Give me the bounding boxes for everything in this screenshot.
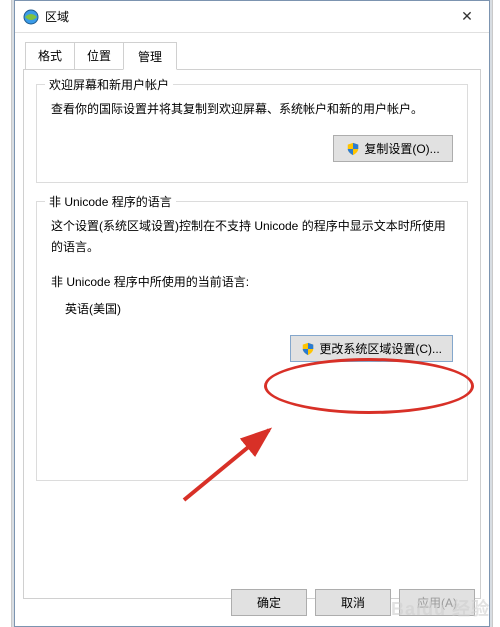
close-icon: ✕ [461,8,473,25]
ok-button[interactable]: 确定 [231,589,307,616]
close-button[interactable]: ✕ [445,1,489,33]
dialog-button-row: 确定 取消 应用(A) [231,589,475,616]
change-system-locale-label: 更改系统区域设置(C)... [319,340,442,357]
window-title: 区域 [45,8,445,25]
shield-icon [346,142,360,156]
copy-settings-button[interactable]: 复制设置(O)... [333,135,453,162]
tab-format[interactable]: 格式 [25,42,75,70]
group-welcome: 欢迎屏幕和新用户帐户 查看你的国际设置并将其复制到欢迎屏幕、系统帐户和新的用户帐… [36,84,468,183]
group-nonunicode-title: 非 Unicode 程序的语言 [45,193,176,210]
apply-button[interactable]: 应用(A) [399,589,475,616]
tab-strip: 格式 位置 管理 [25,42,481,70]
change-system-locale-button[interactable]: 更改系统区域设置(C)... [290,335,453,362]
tab-location[interactable]: 位置 [74,42,124,70]
tab-admin[interactable]: 管理 [123,42,177,70]
region-dialog: 区域 ✕ 格式 位置 管理 欢迎屏幕和新用户帐户 查看你的国际设置并将其复制到欢… [14,0,490,627]
group-welcome-title: 欢迎屏幕和新用户帐户 [45,76,173,93]
group-nonunicode: 非 Unicode 程序的语言 这个设置(系统区域设置)控制在不支持 Unico… [36,201,468,481]
shield-icon [301,342,315,356]
dialog-body: 格式 位置 管理 欢迎屏幕和新用户帐户 查看你的国际设置并将其复制到欢迎屏幕、系… [15,33,489,607]
group-welcome-desc: 查看你的国际设置并将其复制到欢迎屏幕、系统帐户和新的用户帐户。 [51,99,453,119]
cancel-button[interactable]: 取消 [315,589,391,616]
tab-panel-admin: 欢迎屏幕和新用户帐户 查看你的国际设置并将其复制到欢迎屏幕、系统帐户和新的用户帐… [23,69,481,599]
titlebar: 区域 ✕ [15,1,489,33]
group-nonunicode-desc: 这个设置(系统区域设置)控制在不支持 Unicode 的程序中显示文本时所使用的… [51,216,453,257]
current-language-value: 英语(美国) [65,300,453,317]
current-language-label: 非 Unicode 程序中所使用的当前语言: [51,273,453,290]
copy-settings-label: 复制设置(O)... [364,140,439,157]
region-icon [23,9,39,25]
